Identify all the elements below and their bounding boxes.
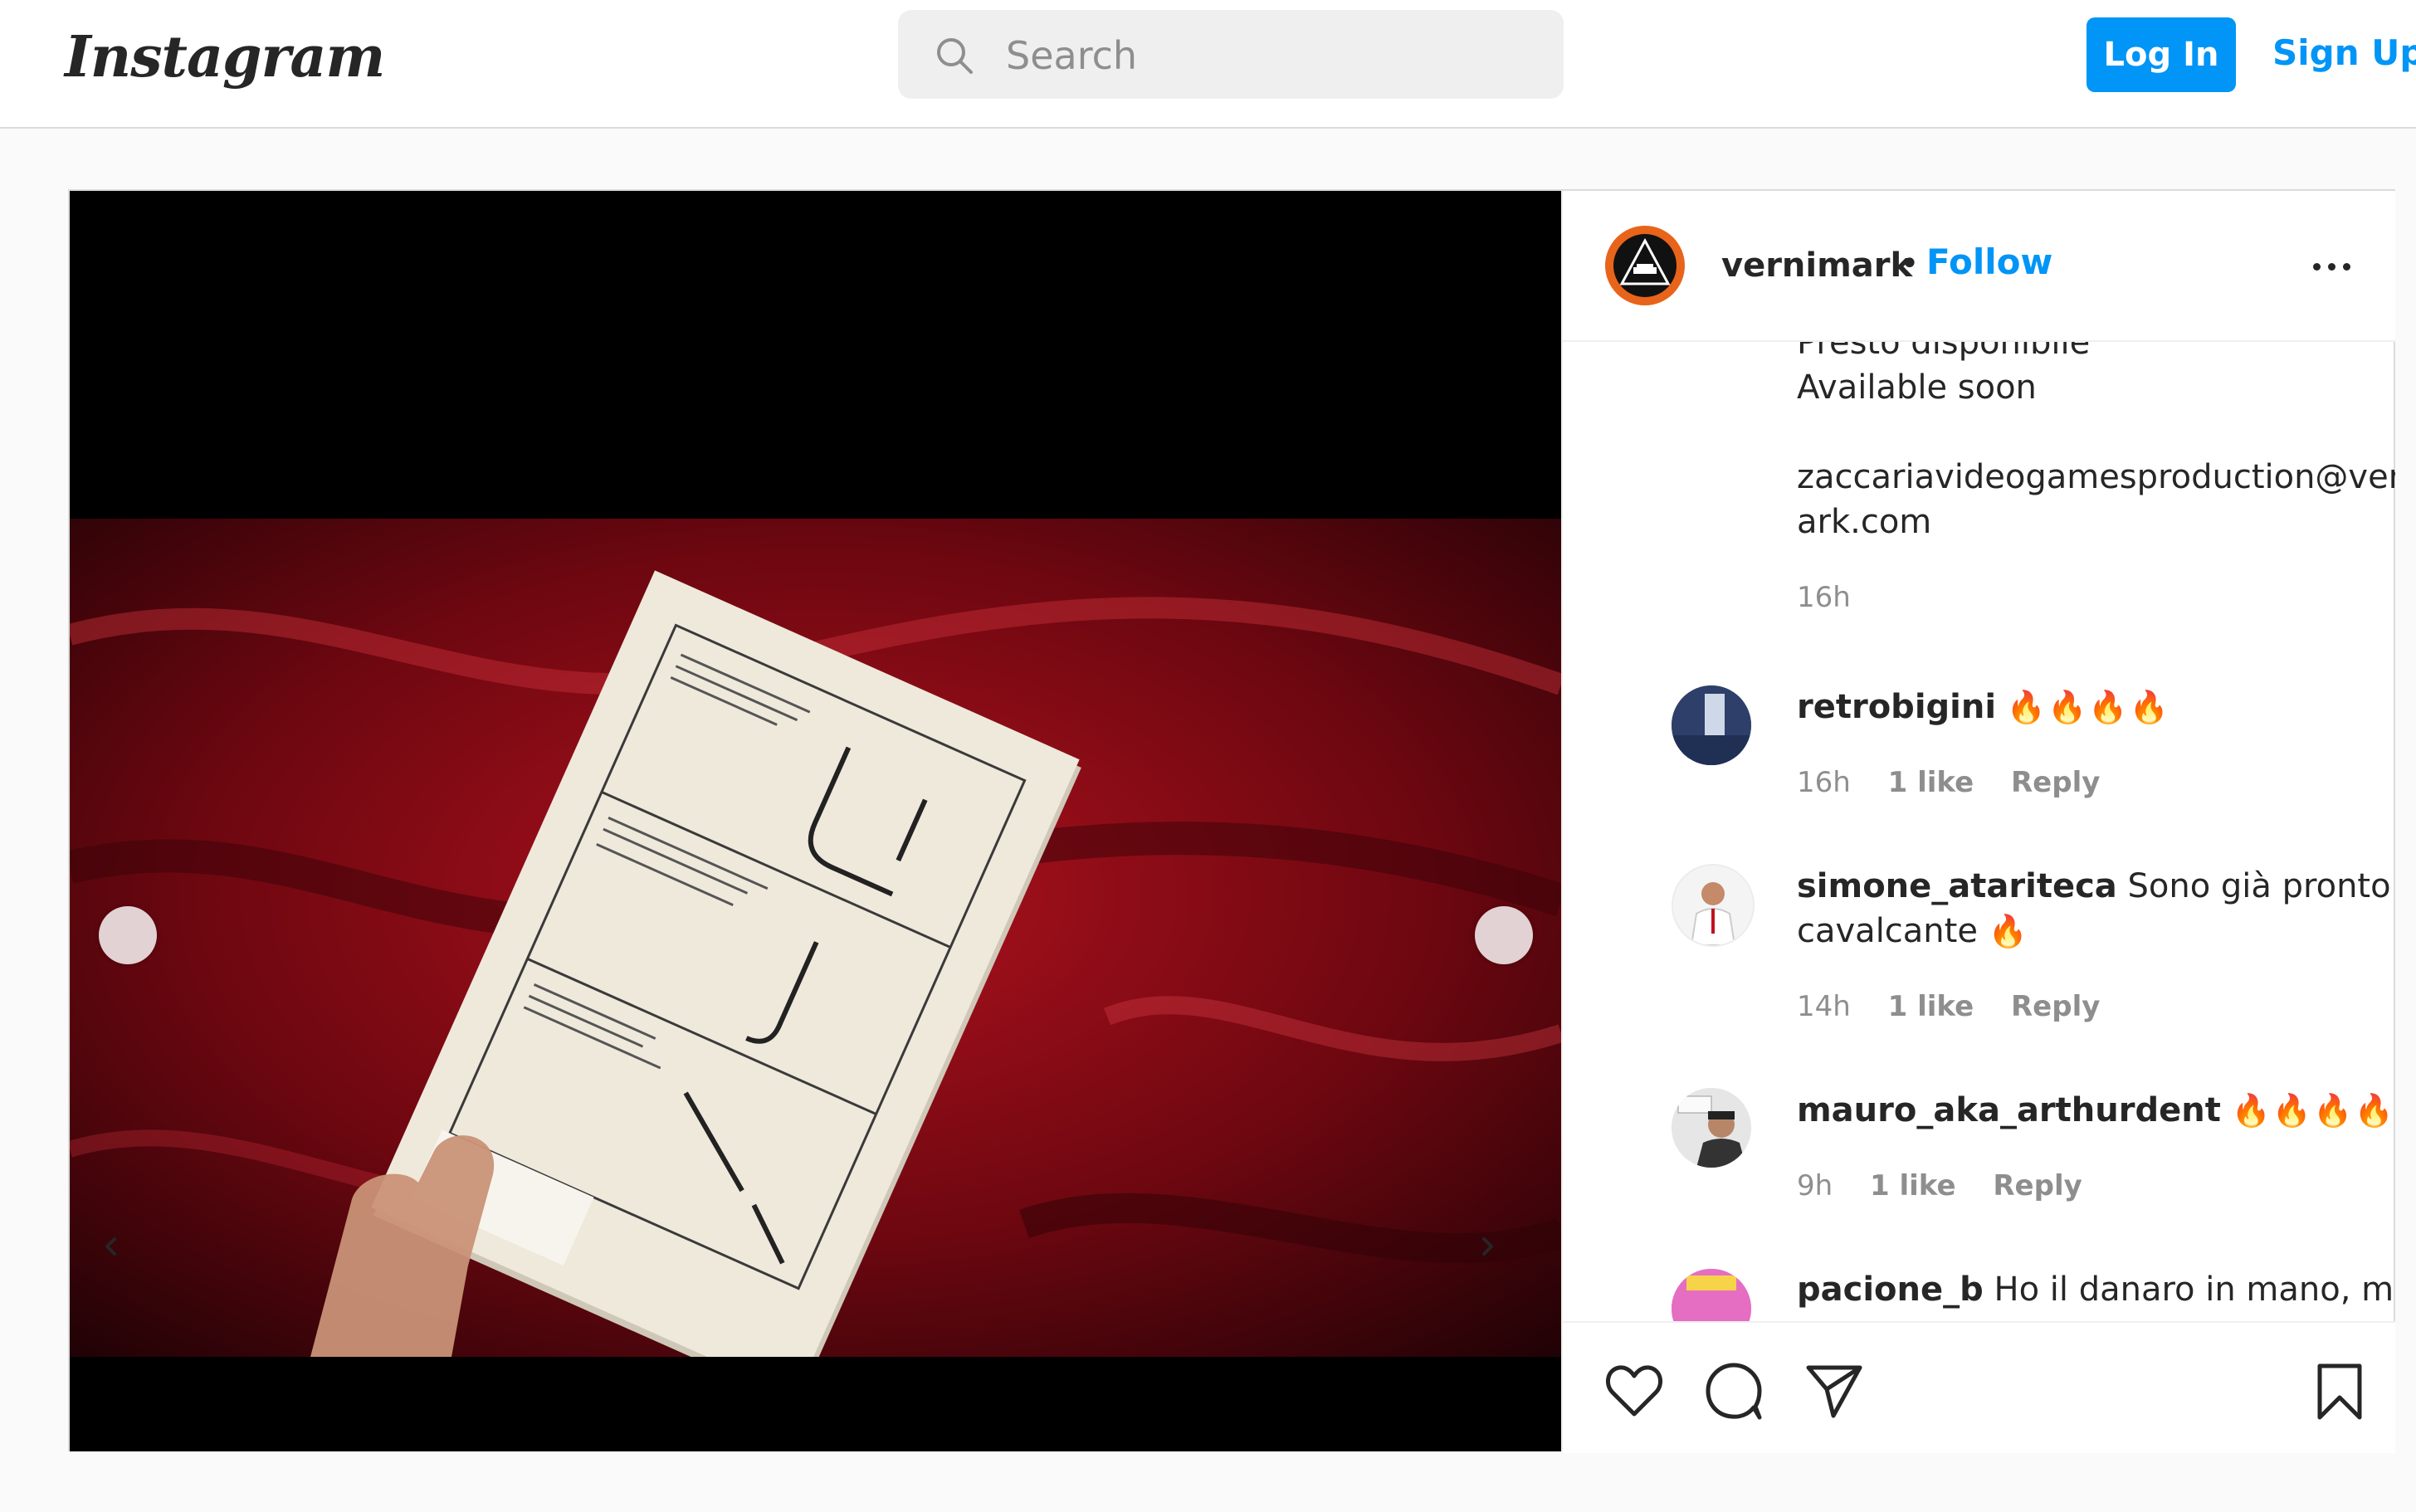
send-icon[interactable]: [1802, 1359, 1865, 1422]
instagram-logo[interactable]: Instagram: [65, 12, 385, 103]
author-username[interactable]: vernimark: [1721, 241, 1912, 290]
bookmark-icon[interactable]: [2308, 1359, 2371, 1422]
comment-likes[interactable]: 1 like: [1888, 990, 1974, 1023]
more-options-icon[interactable]: [2306, 246, 2356, 287]
comment-text: pacione_b Ho il danaro in mano, mi dica: [1797, 1267, 2395, 1312]
fire-emoji: 🔥🔥🔥🔥: [2231, 1092, 2395, 1129]
heart-icon[interactable]: [1603, 1359, 1666, 1422]
carousel-next-button[interactable]: [1475, 906, 1533, 1256]
chevron-right-icon: [1482, 1237, 1493, 1256]
follow-button[interactable]: Follow: [1926, 237, 2052, 287]
caption-email: ark.com: [1797, 503, 1932, 541]
fire-emoji: 🔥: [1988, 913, 2029, 949]
search-icon: [937, 38, 973, 74]
caption-email: zaccariavideogamesproduction@vernim: [1797, 458, 2395, 496]
space-invader-logo-icon: [1613, 234, 1677, 297]
comment-body: Ho il danaro in mano, mi dica: [1994, 1271, 2395, 1309]
post-photo: [70, 519, 1561, 1357]
log-in-button[interactable]: Log In: [2087, 17, 2236, 92]
comment-username[interactable]: pacione_b: [1797, 1271, 1984, 1309]
carousel-previous-button[interactable]: [99, 906, 157, 1256]
caption-line: Presto disponibile: [1797, 342, 2091, 362]
post-action-bar: [1563, 1321, 2395, 1453]
comment-username[interactable]: mauro_aka_arthurdent: [1797, 1091, 2221, 1129]
search-input[interactable]: [1004, 10, 1539, 100]
comment-time: 14h: [1797, 990, 1851, 1023]
reply-button[interactable]: Reply: [2011, 766, 2100, 799]
comment-likes[interactable]: 1 like: [1870, 1169, 1956, 1202]
comment-text: retrobigini 🔥🔥🔥🔥: [1797, 685, 2170, 729]
comment-icon[interactable]: [1702, 1359, 1765, 1422]
search-bar[interactable]: [898, 10, 1564, 100]
fire-emoji: 🔥🔥🔥🔥: [2006, 689, 2171, 725]
author-avatar[interactable]: [1605, 226, 1685, 305]
comment-meta: 14h 1 like Reply: [1797, 988, 2128, 1025]
post-header: vernimark • Follow: [1563, 191, 2395, 342]
comment-username[interactable]: simone_atariteca: [1797, 867, 2117, 905]
reply-button[interactable]: Reply: [2011, 990, 2100, 1023]
separator-dot: •: [1900, 245, 1920, 283]
chevron-left-icon: [105, 1237, 116, 1256]
comment-username[interactable]: retrobigini: [1797, 688, 1996, 726]
avatar[interactable]: [1672, 1088, 1751, 1168]
avatar-image: [1672, 685, 1751, 765]
caption-line: Available soon: [1797, 368, 2037, 407]
comment-text: simone_atariteca Sono già pronto e: [1797, 864, 2395, 909]
avatar-image: [1672, 1088, 1751, 1168]
avatar-image: [1673, 866, 1753, 945]
comment-likes[interactable]: 1 like: [1888, 766, 1974, 799]
post-card: vernimark • Follow Presto disponibile Av…: [68, 189, 2395, 1453]
comment-time: 9h: [1797, 1169, 1833, 1202]
avatar[interactable]: [1672, 685, 1751, 765]
post-media[interactable]: [70, 191, 1561, 1451]
comment-meta: 9h 1 like Reply: [1797, 1168, 2111, 1204]
comment-body: Sono già pronto e: [2127, 867, 2396, 905]
top-navigation: Instagram Log In Sign Up: [0, 0, 2416, 129]
reply-button[interactable]: Reply: [1993, 1169, 2082, 1202]
post-side-panel: vernimark • Follow Presto disponibile Av…: [1561, 191, 2395, 1453]
comment-meta: 16h 1 like Reply: [1797, 764, 2128, 801]
comment-time: 16h: [1797, 766, 1851, 799]
comment-text: mauro_aka_arthurdent 🔥🔥🔥🔥: [1797, 1088, 2395, 1133]
comment-body: cavalcante: [1797, 912, 1978, 950]
sign-up-link[interactable]: Sign Up: [2272, 28, 2416, 78]
caption-timestamp: 16h: [1797, 581, 1851, 614]
comment-text-continued: cavalcante 🔥: [1797, 909, 2029, 954]
avatar[interactable]: [1672, 864, 1755, 947]
